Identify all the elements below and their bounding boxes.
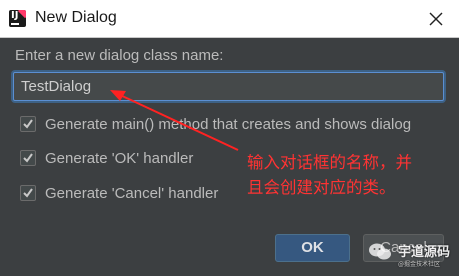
watermark-subtitle: @掘金技术社区	[398, 261, 441, 268]
ok-button[interactable]: OK	[275, 234, 350, 262]
watermark-title: 宇道源码	[398, 245, 451, 260]
annotation-text: 输入对话框的名称，并 且会创建对应的类。	[247, 150, 457, 200]
wechat-icon	[369, 243, 391, 260]
annotation-line-2: 且会创建对应的类。	[247, 178, 396, 197]
annotation-line-1: 输入对话框的名称，并	[247, 153, 412, 172]
watermark: 宇道源码 @掘金技术社区	[362, 238, 458, 274]
